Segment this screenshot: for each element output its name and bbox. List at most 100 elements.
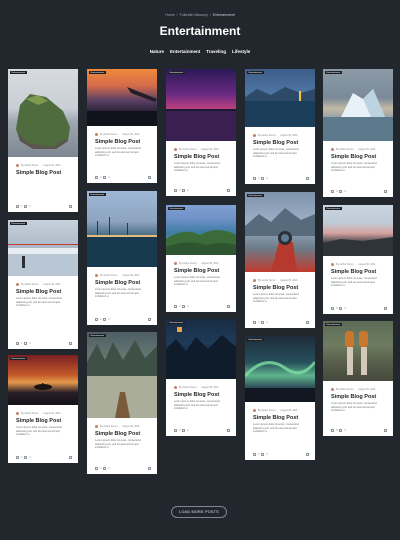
comment-icon[interactable] [174, 189, 177, 192]
share-icon[interactable] [69, 342, 72, 345]
post-image[interactable]: Entertainment [8, 69, 78, 157]
post-image[interactable]: Entertainment [166, 205, 236, 255]
share-icon[interactable] [227, 305, 230, 308]
share-icon[interactable] [306, 321, 309, 324]
post-author[interactable]: By Author Demo [21, 164, 38, 167]
post-title[interactable]: Simple Blog Post [166, 154, 236, 160]
category-badge[interactable]: Entertainment [325, 323, 342, 327]
post-image[interactable]: Entertainment [323, 205, 393, 256]
post-author[interactable]: By Author Demo [258, 134, 275, 137]
post-title[interactable]: Simple Blog Post [87, 280, 157, 286]
comment-icon[interactable] [174, 305, 177, 308]
category-badge[interactable]: Entertainment [89, 334, 106, 338]
post-image[interactable]: Entertainment [245, 192, 315, 272]
post-image[interactable]: Entertainment [87, 69, 157, 126]
post-card[interactable]: Entertainment By Author Demo · August 30, … [87, 332, 157, 474]
share-icon[interactable] [148, 318, 151, 321]
share-icon[interactable] [148, 467, 151, 470]
post-author[interactable]: By Author Demo [258, 279, 275, 282]
heart-icon[interactable] [103, 467, 107, 470]
heart-icon[interactable] [339, 307, 343, 310]
category-badge[interactable]: Entertainment [247, 194, 264, 198]
post-card[interactable]: Entertainment By Author Demo · August 30, … [323, 205, 393, 314]
post-title[interactable]: Simple Blog Post [8, 418, 78, 424]
category-badge[interactable]: Entertainment [247, 338, 264, 342]
post-card[interactable]: Entertainment By Author Demo · August 30, … [87, 69, 157, 183]
comment-icon[interactable] [95, 318, 98, 321]
comment-icon[interactable] [174, 429, 177, 432]
load-more-button[interactable]: LOAD MORE POSTS [171, 506, 227, 518]
comment-icon[interactable] [253, 321, 256, 324]
comment-icon[interactable] [331, 429, 334, 432]
breadcrumb-parent[interactable]: Fullwidth Masonry [180, 13, 208, 17]
category-badge[interactable]: Entertainment [168, 71, 185, 75]
category-badge[interactable]: Entertainment [325, 71, 342, 75]
comment-icon[interactable] [95, 176, 98, 179]
post-title[interactable]: Simple Blog Post [323, 269, 393, 275]
post-author[interactable]: By Author Demo [21, 283, 38, 286]
category-badge[interactable]: Entertainment [10, 222, 27, 226]
post-author[interactable]: By Author Demo [336, 148, 353, 151]
post-card[interactable]: Entertainment By Author Demo · August 30, … [8, 355, 78, 463]
comment-icon[interactable] [16, 342, 19, 345]
post-title[interactable]: Simple Blog Post [166, 268, 236, 274]
post-card[interactable]: Entertainment By Author Demo · August 30, … [323, 321, 393, 436]
post-author[interactable]: By Author Demo [179, 262, 196, 265]
category-badge[interactable]: Entertainment [247, 71, 264, 75]
post-title[interactable]: Simple Blog Post [245, 285, 315, 291]
post-author[interactable]: By Author Demo [179, 386, 196, 389]
post-author[interactable]: By Author Demo [100, 133, 117, 136]
heart-icon[interactable] [261, 453, 265, 456]
heart-icon[interactable] [182, 305, 186, 308]
share-icon[interactable] [384, 190, 387, 193]
post-image[interactable]: Entertainment [245, 336, 315, 402]
post-image[interactable]: Entertainment [87, 332, 157, 418]
post-title[interactable]: Simple Blog Post [323, 394, 393, 400]
heart-icon[interactable] [339, 429, 343, 432]
post-card[interactable]: Entertainment By Author Demo · August 30, … [245, 336, 315, 460]
heart-icon[interactable] [24, 205, 28, 208]
post-title[interactable]: Simple Blog Post [87, 139, 157, 145]
category-badge[interactable]: Entertainment [10, 71, 27, 75]
share-icon[interactable] [69, 456, 72, 459]
post-image[interactable]: Entertainment [323, 69, 393, 141]
post-author[interactable]: By Author Demo [21, 412, 38, 415]
category-badge[interactable]: Entertainment [168, 207, 185, 211]
post-author[interactable]: By Author Demo [258, 409, 275, 412]
comment-icon[interactable] [253, 453, 256, 456]
heart-icon[interactable] [261, 321, 265, 324]
heart-icon[interactable] [24, 342, 28, 345]
filter-traveling[interactable]: Traveling [206, 49, 226, 54]
post-image[interactable]: Entertainment [8, 220, 78, 276]
share-icon[interactable] [148, 176, 151, 179]
post-image[interactable]: Entertainment [166, 69, 236, 141]
filter-nature[interactable]: Nature [150, 49, 164, 54]
filter-entertainment[interactable]: Entertainment [170, 49, 200, 54]
heart-icon[interactable] [24, 456, 28, 459]
share-icon[interactable] [384, 429, 387, 432]
post-title[interactable]: Simple Blog Post [87, 431, 157, 437]
post-author[interactable]: By Author Demo [336, 263, 353, 266]
category-badge[interactable]: Entertainment [89, 193, 106, 197]
post-card[interactable]: Entertainment By Author Demo · August 30, … [87, 191, 157, 325]
post-image[interactable]: Entertainment [87, 191, 157, 267]
post-card[interactable]: Entertainment By Author Demo · August 30, … [8, 220, 78, 349]
post-title[interactable]: Simple Blog Post [323, 154, 393, 160]
heart-icon[interactable] [261, 177, 265, 180]
heart-icon[interactable] [182, 189, 186, 192]
category-badge[interactable]: Entertainment [168, 321, 185, 325]
comment-icon[interactable] [16, 456, 19, 459]
post-author[interactable]: By Author Demo [100, 425, 117, 428]
post-author[interactable]: By Author Demo [336, 388, 353, 391]
post-title[interactable]: Simple Blog Post [245, 415, 315, 421]
share-icon[interactable] [227, 189, 230, 192]
comment-icon[interactable] [95, 467, 98, 470]
post-title[interactable]: Simple Blog Post [8, 170, 78, 176]
post-image[interactable]: Entertainment [8, 355, 78, 405]
post-card[interactable]: Entertainment By Author Demo · August 30, … [8, 69, 78, 212]
post-title[interactable]: Simple Blog Post [8, 289, 78, 295]
post-title[interactable]: Simple Blog Post [245, 140, 315, 146]
comment-icon[interactable] [16, 205, 19, 208]
filter-lifestyle[interactable]: Lifestyle [232, 49, 250, 54]
post-card[interactable]: Entertainment By Author Demo · August 30, … [245, 192, 315, 328]
